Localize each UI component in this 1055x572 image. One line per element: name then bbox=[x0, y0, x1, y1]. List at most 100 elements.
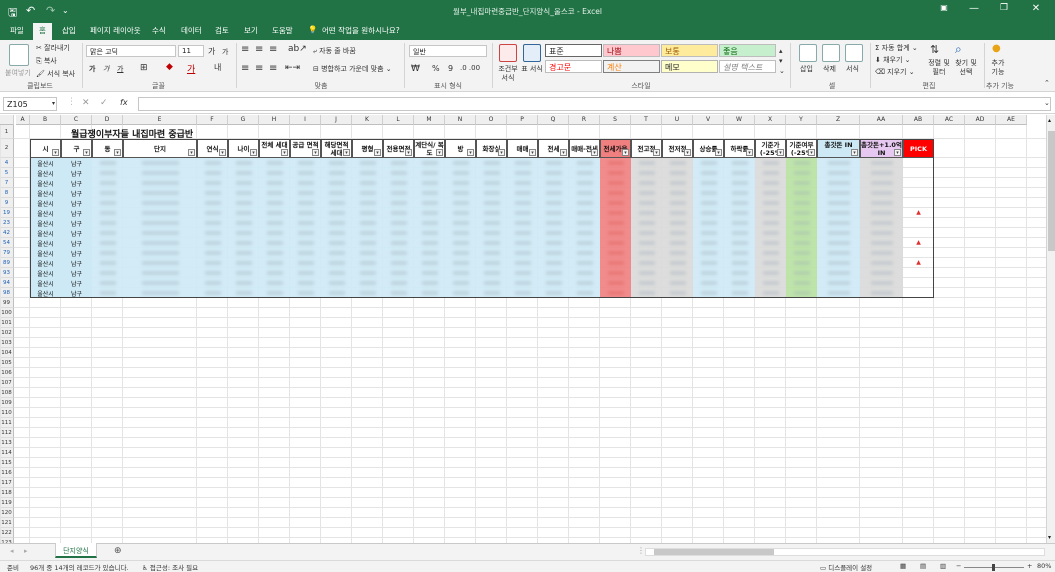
cell-si[interactable]: 울산시 bbox=[30, 219, 61, 228]
insert-function-button[interactable]: fx bbox=[120, 98, 128, 107]
column-header[interactable]: W bbox=[724, 115, 755, 125]
style-scroll-down-icon[interactable]: ▾ bbox=[779, 57, 783, 65]
underline-button[interactable]: 가 bbox=[117, 64, 123, 74]
cell-gu[interactable]: 남구 bbox=[61, 269, 92, 278]
font-grow-button[interactable]: 가 bbox=[208, 46, 215, 57]
cell-gu[interactable]: 남구 bbox=[61, 219, 92, 228]
cell-gu[interactable]: 남구 bbox=[61, 179, 92, 188]
merge-center-button[interactable]: ⊟ 병합하고 가운데 맞춤 ⌄ bbox=[313, 64, 392, 74]
style-normal[interactable]: 표준 bbox=[545, 44, 602, 57]
delete-cells-button[interactable]: 삭제 bbox=[823, 64, 836, 74]
select-all-button[interactable] bbox=[0, 115, 14, 125]
enter-formula-icon[interactable]: ✓ bbox=[100, 98, 108, 108]
column-header[interactable]: R bbox=[569, 115, 600, 125]
row-header[interactable]: 101 bbox=[0, 318, 14, 328]
insert-cells-button[interactable]: 삽입 bbox=[800, 64, 813, 74]
cell-gu[interactable]: 남구 bbox=[61, 279, 92, 288]
cell-gu[interactable]: 남구 bbox=[61, 159, 92, 168]
row-header[interactable]: 121 bbox=[0, 518, 14, 528]
column-header[interactable]: X bbox=[755, 115, 786, 125]
cell-gu[interactable]: 남구 bbox=[61, 249, 92, 258]
find-icon[interactable]: ⌕ bbox=[955, 42, 962, 57]
number-format-select[interactable]: 일반 bbox=[409, 45, 487, 57]
scroll-down-icon[interactable]: ▾ bbox=[1048, 534, 1051, 541]
column-header[interactable]: E bbox=[123, 115, 197, 125]
vertical-scroll-thumb[interactable] bbox=[1048, 131, 1055, 251]
border-icon[interactable]: ⊞ bbox=[140, 63, 148, 73]
accessibility-status[interactable]: ♿ 접근성: 조사 필요 bbox=[142, 562, 198, 572]
filter-dropdown-icon[interactable]: ▾ bbox=[343, 149, 350, 156]
table-format-icon[interactable] bbox=[523, 44, 541, 62]
column-header[interactable]: N bbox=[445, 115, 476, 125]
row-header[interactable]: 7 bbox=[0, 178, 14, 188]
page-layout-view-icon[interactable]: ▤ bbox=[920, 562, 926, 570]
row-header[interactable]: 122 bbox=[0, 528, 14, 538]
cell-pick[interactable] bbox=[903, 229, 934, 238]
page-break-view-icon[interactable]: ▥ bbox=[940, 562, 946, 570]
column-header[interactable]: Q bbox=[538, 115, 569, 125]
zoom-out-icon[interactable]: − bbox=[956, 562, 961, 570]
column-header[interactable]: AC bbox=[934, 115, 965, 125]
filter-dropdown-icon[interactable]: ▾ bbox=[746, 149, 753, 156]
row-header[interactable]: 110 bbox=[0, 408, 14, 418]
cell-pick[interactable] bbox=[903, 249, 934, 258]
format-cells-button[interactable]: 서식 bbox=[846, 64, 859, 74]
style-good[interactable]: 좋음 bbox=[719, 44, 776, 57]
italic-button[interactable]: 가 bbox=[103, 64, 109, 74]
row-header[interactable]: 89 bbox=[0, 258, 14, 268]
clear-button[interactable]: ⌫ 지우기 ⌄ bbox=[875, 67, 915, 77]
cell-pick[interactable]: ▲ bbox=[903, 239, 934, 248]
row-header[interactable]: 4 bbox=[0, 158, 14, 168]
column-header[interactable]: I bbox=[290, 115, 321, 125]
cell-pick[interactable] bbox=[903, 279, 934, 288]
row-header[interactable]: 105 bbox=[0, 358, 14, 368]
tab-file[interactable]: 파일 bbox=[10, 25, 24, 36]
cell-gu[interactable]: 남구 bbox=[61, 189, 92, 198]
filter-dropdown-icon[interactable]: ▾ bbox=[83, 149, 90, 156]
column-header[interactable]: Z bbox=[817, 115, 860, 125]
cell-pick[interactable]: ▲ bbox=[903, 259, 934, 268]
horizontal-scroll-thumb[interactable] bbox=[654, 549, 774, 555]
filter-dropdown-icon[interactable]: ▾ bbox=[436, 149, 443, 156]
row-header[interactable]: 114 bbox=[0, 448, 14, 458]
row-header[interactable]: 100 bbox=[0, 308, 14, 318]
sort-filter-button[interactable]: 정렬 및 필터 bbox=[926, 59, 952, 77]
minimize-button[interactable]: — bbox=[960, 3, 988, 19]
column-header[interactable]: AE bbox=[996, 115, 1027, 125]
cell-si[interactable]: 울산시 bbox=[30, 239, 61, 248]
filter-dropdown-icon[interactable]: ▾ bbox=[653, 149, 660, 156]
cell-pick[interactable] bbox=[903, 269, 934, 278]
align-left-icon[interactable]: ≡ bbox=[241, 63, 249, 74]
column-header[interactable]: T bbox=[631, 115, 662, 125]
column-header[interactable]: K bbox=[352, 115, 383, 125]
fill-button[interactable]: ⬇ 채우기 ⌄ bbox=[875, 55, 911, 65]
column-header[interactable]: B bbox=[30, 115, 61, 125]
filter-dropdown-icon[interactable]: ▾ bbox=[894, 149, 901, 156]
addins-button[interactable]: 추가 기능 bbox=[988, 59, 1008, 77]
filter-dropdown-icon[interactable]: ▾ bbox=[529, 149, 536, 156]
font-size-select[interactable]: 11 bbox=[178, 45, 204, 57]
tab-review[interactable]: 검토 bbox=[215, 25, 229, 36]
next-sheet-icon[interactable]: ▸ bbox=[24, 547, 28, 555]
row-header[interactable]: 23 bbox=[0, 218, 14, 228]
filter-dropdown-icon[interactable]: ▾ bbox=[405, 149, 412, 156]
row-header[interactable]: 108 bbox=[0, 388, 14, 398]
wrap-text-button[interactable]: ⤶ 자동 줄 바꿈 bbox=[313, 46, 356, 56]
new-sheet-icon[interactable]: ⊕ bbox=[114, 546, 122, 556]
row-header[interactable]: 116 bbox=[0, 468, 14, 478]
format-painter-button[interactable]: 🖌 서식 복사 bbox=[36, 69, 75, 79]
tab-home[interactable]: 홈 bbox=[33, 23, 52, 40]
cell-si[interactable]: 울산시 bbox=[30, 169, 61, 178]
cell-pick[interactable] bbox=[903, 179, 934, 188]
filter-dropdown-icon[interactable]: ▾ bbox=[498, 149, 505, 156]
cell-si[interactable]: 울산시 bbox=[30, 209, 61, 218]
row-header[interactable]: 94 bbox=[0, 278, 14, 288]
cell-si[interactable]: 울산시 bbox=[30, 159, 61, 168]
vertical-scrollbar[interactable]: ▴ ▾ bbox=[1046, 115, 1055, 543]
tab-view[interactable]: 보기 bbox=[244, 25, 258, 36]
filter-dropdown-icon[interactable]: ▾ bbox=[467, 149, 474, 156]
align-top-icon[interactable]: ≡ bbox=[241, 44, 249, 55]
tab-splitter-icon[interactable]: ⋮ bbox=[637, 546, 645, 555]
row-header[interactable]: 99 bbox=[0, 298, 14, 308]
row-header[interactable]: 115 bbox=[0, 458, 14, 468]
